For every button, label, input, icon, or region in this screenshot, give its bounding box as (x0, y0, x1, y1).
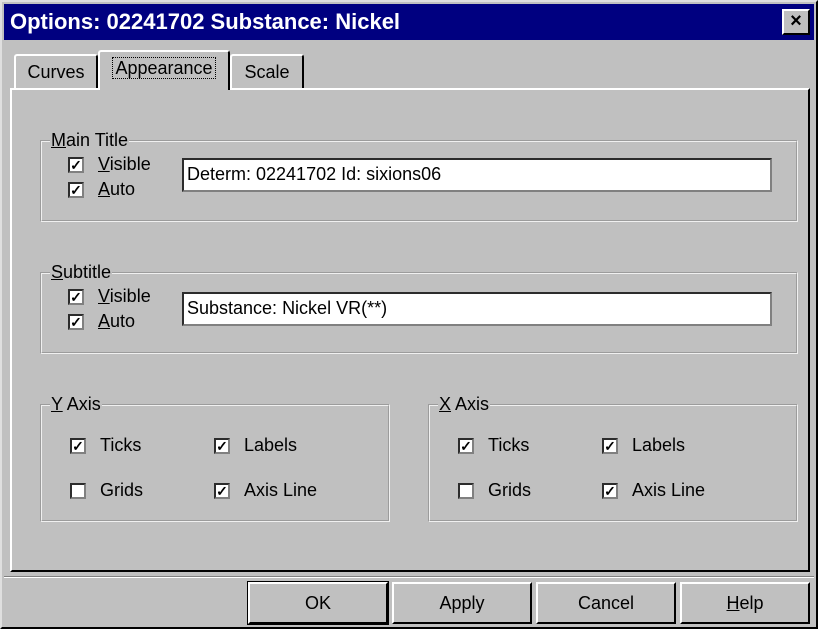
subtitle-input[interactable]: Substance: Nickel VR(**) (182, 292, 772, 326)
y-axis-line-checkbox[interactable]: ✓ (214, 483, 230, 499)
y-ticks-checkbox[interactable]: ✓ (70, 438, 86, 454)
tab-appearance[interactable]: Appearance (98, 50, 230, 90)
y-axis-group-label: Y Axis (50, 394, 102, 414)
window-title: Options: 02241702 Substance: Nickel (10, 9, 401, 34)
main-title-visible-checkbox[interactable]: ✓ (68, 157, 84, 173)
tab-scale-label: Scale (244, 62, 290, 82)
y-labels-label: Labels (244, 435, 298, 455)
close-icon: × (790, 10, 802, 32)
x-ticks-checkbox[interactable]: ✓ (458, 438, 474, 454)
x-grids-label: Grids (488, 480, 532, 500)
main-title-auto-checkbox[interactable]: ✓ (68, 182, 84, 198)
main-title-group: Main Title ✓ Visible ✓ Auto Determ: 0224… (40, 130, 798, 222)
ok-button[interactable]: OK (247, 581, 389, 625)
x-axis-group-label: X Axis (438, 394, 491, 414)
subtitle-visible-label: Visible (98, 286, 151, 306)
subtitle-visible-checkbox[interactable]: ✓ (68, 289, 84, 305)
x-grids-checkbox[interactable] (458, 483, 474, 499)
main-title-visible-label: Visible (98, 154, 151, 174)
apply-button[interactable]: Apply (392, 582, 532, 624)
title-bar[interactable]: Options: 02241702 Substance: Nickel × (4, 4, 814, 40)
options-dialog: Options: 02241702 Substance: Nickel × Cu… (0, 0, 818, 629)
y-grids-label: Grids (100, 480, 144, 500)
subtitle-auto-label: Auto (98, 311, 136, 331)
main-title-input[interactable]: Determ: 02241702 Id: sixions06 (182, 158, 772, 192)
help-button[interactable]: Help (680, 582, 810, 624)
main-title-group-label: Main Title (50, 130, 130, 150)
subtitle-auto-checkbox[interactable]: ✓ (68, 314, 84, 330)
tab-appearance-label: Appearance (112, 57, 216, 79)
cancel-button[interactable]: Cancel (536, 582, 676, 624)
subtitle-group-label: Subtitle (50, 262, 113, 282)
y-ticks-label: Ticks (100, 435, 142, 455)
appearance-panel: Main Title ✓ Visible ✓ Auto Determ: 0224… (10, 88, 810, 572)
tab-curves[interactable]: Curves (14, 54, 98, 90)
x-axis-line-checkbox[interactable]: ✓ (602, 483, 618, 499)
main-title-auto-label: Auto (98, 179, 136, 199)
y-axis-line-label: Axis Line (244, 480, 318, 500)
subtitle-group: Subtitle ✓ Visible ✓ Auto Substance: Nic… (40, 262, 798, 354)
x-axis-line-label: Axis Line (632, 480, 706, 500)
tab-curves-label: Curves (27, 62, 85, 82)
x-labels-checkbox[interactable]: ✓ (602, 438, 618, 454)
y-labels-checkbox[interactable]: ✓ (214, 438, 230, 454)
y-axis-group: Y Axis ✓ Ticks ✓ Labels Grids ✓ Axis Lin… (40, 394, 390, 522)
tab-scale[interactable]: Scale (230, 54, 304, 90)
x-ticks-label: Ticks (488, 435, 530, 455)
separator-highlight (4, 577, 814, 578)
x-labels-label: Labels (632, 435, 686, 455)
close-button[interactable]: × (782, 9, 810, 35)
x-axis-group: X Axis ✓ Ticks ✓ Labels Grids ✓ Axis Lin… (428, 394, 798, 522)
y-grids-checkbox[interactable] (70, 483, 86, 499)
